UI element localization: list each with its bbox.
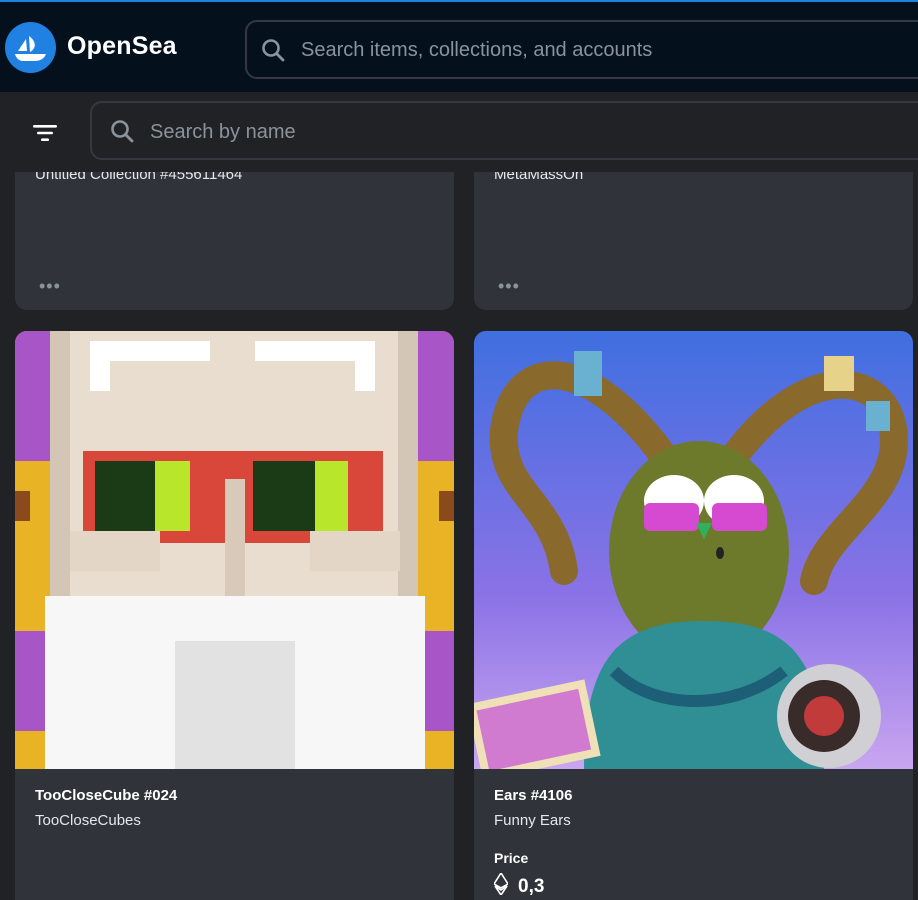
search-placeholder: Search items, collections, and accounts [301,39,653,61]
filter-toolbar: Search by name [0,92,918,172]
price-label: Price [494,850,529,866]
filter-toggle-button[interactable] [30,118,60,148]
item-card[interactable]: Ears #4106 Funny Ears Price 0,3 [474,331,913,900]
card-item-title: TooCloseCube #024 [35,787,178,804]
item-card[interactable]: TooCloseCube #024 TooCloseCubes [15,331,454,900]
card-collection-name: TooCloseCubes [35,812,141,829]
filter-icon [33,125,57,141]
ethereum-icon [492,871,510,900]
search-icon [261,38,287,69]
card-collection-name: Funny Ears [494,812,571,829]
search-placeholder: Search by name [150,121,296,143]
nft-image-funny-ears[interactable] [474,331,913,769]
opensea-logo-icon[interactable] [5,22,56,73]
items-grid: Untitled Collection #455611464 ••• MetaM… [0,92,918,900]
price-value: 0,3 [492,871,545,900]
card-item-title: Ears #4106 [494,787,573,804]
more-options-icon[interactable]: ••• [498,276,520,297]
nft-image-pixel-cube[interactable] [15,331,454,769]
more-options-icon[interactable]: ••• [39,276,61,297]
price-amount: 0,3 [518,876,545,897]
global-search-input[interactable]: Search items, collections, and accounts [245,20,918,79]
search-icon [110,119,136,150]
search-by-name-input[interactable]: Search by name [90,101,918,160]
top-navigation-bar: OpenSea Search items, collections, and a… [0,0,918,92]
brand-name[interactable]: OpenSea [67,32,177,61]
